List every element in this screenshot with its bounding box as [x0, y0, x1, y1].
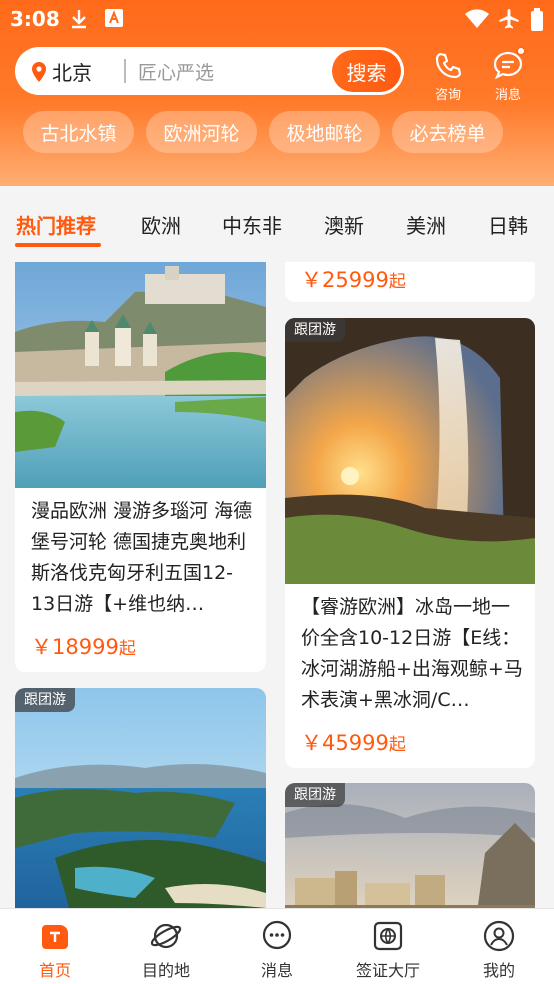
battery-icon: [530, 8, 544, 36]
coastal-lagoon-image: [15, 688, 266, 928]
notification-dot: [516, 46, 526, 56]
nav-visa-hall-label: 签证大厅: [355, 961, 420, 980]
search-input[interactable]: 匠心严选: [138, 58, 214, 85]
nav-messages-label: 消息: [260, 961, 293, 980]
tab-japan-korea[interactable]: 日韩: [488, 210, 528, 239]
home-icon: [10, 919, 100, 953]
product-card[interactable]: 跟团游 【睿游欧洲】冰岛一地一价全含10-12日游【E线：冰河湖游船+出海观鲸+…: [285, 318, 535, 768]
consult-button[interactable]: 咨询: [426, 50, 470, 103]
tab-active-indicator: [15, 243, 101, 247]
nav-profile-label: 我的: [482, 961, 515, 980]
message-label: 消息: [494, 88, 521, 103]
nav-home-label: 首页: [38, 961, 71, 980]
visa-icon: [343, 919, 433, 953]
bottom-navigation: 首页 目的地 消息 签证大厅 我的: [0, 908, 554, 984]
city-selector[interactable]: 北京: [52, 57, 92, 86]
nav-home[interactable]: 首页: [10, 919, 100, 981]
nav-destination[interactable]: 目的地: [121, 919, 211, 981]
category-tabs: 热门推荐 欧洲 中东非 澳新 美洲 日韩: [0, 186, 554, 262]
quick-chip[interactable]: 欧洲河轮: [146, 111, 257, 153]
product-card[interactable]: ￥25999起: [285, 262, 535, 302]
app-notification-icon: [104, 8, 124, 32]
wifi-icon: [464, 8, 490, 34]
product-title: 【睿游欧洲】冰岛一地一价全含10-12日游【E线：冰河湖游船+出海观鲸+马术表演…: [301, 596, 523, 711]
search-divider: [124, 59, 126, 83]
tab-middle-east-africa[interactable]: 中东非: [222, 210, 282, 239]
phone-icon: [426, 50, 470, 82]
product-title: 漫品欧洲 漫游多瑙河 海德堡号河轮 德国捷克奥地利斯洛伐克匈牙利五国12-13日…: [31, 500, 253, 615]
tab-hot[interactable]: 热门推荐: [16, 210, 96, 239]
quick-chip[interactable]: 极地邮轮: [269, 111, 380, 153]
status-time: 3:08: [10, 7, 60, 31]
location-pin-icon: [30, 61, 48, 87]
planet-icon: [121, 919, 211, 953]
nav-destination-label: 目的地: [141, 961, 190, 980]
product-card[interactable]: 跟团游: [285, 783, 535, 928]
price: ￥18999起: [31, 635, 136, 659]
message-button[interactable]: 消息: [486, 46, 530, 103]
quick-chip[interactable]: 必去榜单: [392, 111, 503, 153]
nav-visa-hall[interactable]: 签证大厅: [343, 919, 433, 981]
airplane-mode-icon: [498, 8, 520, 34]
search-bar[interactable]: 北京 匠心严选 搜索: [15, 47, 404, 95]
tour-type-badge: 跟团游: [285, 783, 345, 807]
tour-type-badge: 跟团游: [285, 318, 345, 342]
price: ￥45999起: [301, 731, 406, 755]
header: 3:08 北京 匠心严选 搜索 咨询 消息 古北水镇 欧洲河轮 极地邮轮 必去榜…: [0, 0, 554, 186]
nav-profile[interactable]: 我的: [454, 919, 544, 981]
tour-type-badge: 跟团游: [15, 688, 75, 712]
salzburg-image: [15, 262, 266, 488]
tab-australia-nz[interactable]: 澳新: [324, 210, 364, 239]
nav-messages[interactable]: 消息: [232, 919, 322, 981]
consult-label: 咨询: [434, 88, 461, 103]
download-icon: [68, 8, 90, 34]
product-card[interactable]: 跟团游: [15, 688, 266, 928]
quick-chip[interactable]: 古北水镇: [23, 111, 134, 153]
iceland-waterfall-image: [285, 318, 535, 584]
product-card[interactable]: 漫品欧洲 漫游多瑙河 海德堡号河轮 德国捷克奥地利斯洛伐克匈牙利五国12-13日…: [15, 262, 266, 672]
price: ￥25999起: [301, 268, 406, 292]
search-button[interactable]: 搜索: [332, 50, 401, 92]
tab-americas[interactable]: 美洲: [406, 210, 446, 239]
tab-europe[interactable]: 欧洲: [141, 210, 181, 239]
status-bar: 3:08: [0, 0, 554, 38]
user-icon: [454, 919, 544, 953]
chat-icon: [232, 919, 322, 953]
